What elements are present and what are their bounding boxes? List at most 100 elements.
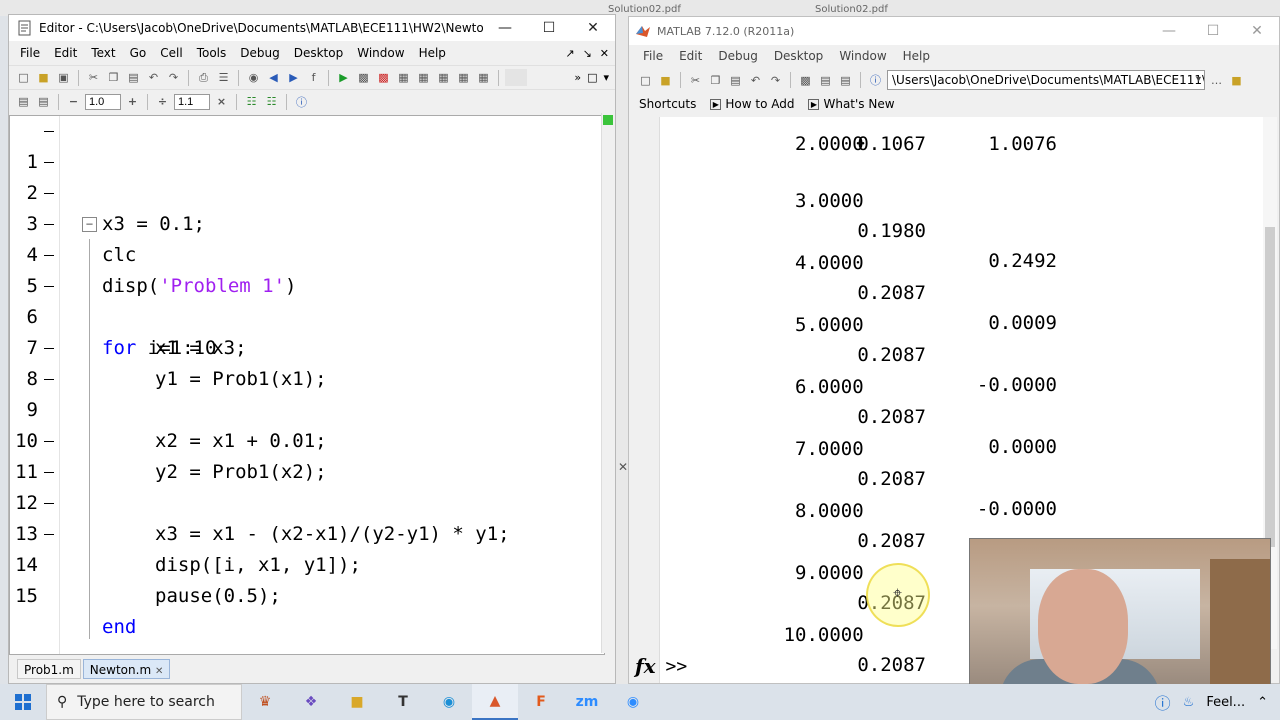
close-icon[interactable]: ✕ [1235,18,1279,44]
save-icon[interactable]: ▣ [55,69,72,86]
exit-debug-icon[interactable]: ▦ [475,69,492,86]
forward-arrow-icon[interactable]: ▶ [285,69,302,86]
step-icon[interactable]: ▦ [395,69,412,86]
binoculars-icon[interactable]: ◉ [245,69,262,86]
matlab-titlebar[interactable]: MATLAB 7.12.0 (R2011a) — ☐ ✕ [629,17,1279,45]
breakpoint-dash[interactable] [44,348,54,349]
new-file-icon[interactable]: □ [637,72,654,89]
window-splitter[interactable] [616,14,628,684]
minimize-icon[interactable]: — [483,15,527,41]
tray-label[interactable]: Feel... [1206,695,1245,710]
breakpoint-dash[interactable] [44,255,54,256]
windows-start-icon[interactable] [0,684,46,720]
paste-icon[interactable]: ▤ [125,69,142,86]
menu-desktop[interactable]: Desktop [766,49,832,63]
breakpoint-dash[interactable] [44,193,54,194]
splitter-grip-icon[interactable]: ✕ [618,460,628,474]
close-tab-icon[interactable]: ✕ [155,666,163,677]
breakpoint-dash[interactable] [44,131,54,132]
copy-icon[interactable]: ❐ [105,69,122,86]
find-files-icon[interactable]: ☰ [215,69,232,86]
print-icon[interactable]: ⎙ [195,69,212,86]
minimize-icon[interactable]: — [1147,18,1191,44]
fx-icon[interactable]: fx [635,654,656,678]
menu-desktop[interactable]: Desktop [287,46,351,60]
menu-debug[interactable]: Debug [710,49,765,63]
breakpoint-dash[interactable] [44,286,54,287]
close-document-icon[interactable]: ✕ [600,47,609,60]
breakpoint-dash[interactable] [44,379,54,380]
open-folder-icon[interactable]: ■ [657,72,674,89]
layout-icon[interactable]: □ [587,71,597,84]
profiler-icon[interactable]: ▤ [837,72,854,89]
command-prompt[interactable]: fx >> [635,653,687,679]
recording-app-icon[interactable]: ◉ [610,684,656,720]
set-breakpoint-icon[interactable]: ▩ [355,69,372,86]
breakpoint-dash[interactable] [44,224,54,225]
text-editor-app-icon[interactable]: T [380,684,426,720]
cell-value-input[interactable] [85,93,121,110]
editor-scrollbar[interactable] [601,113,615,653]
code-analyzer-status-icon[interactable] [603,115,613,125]
guide-icon[interactable]: ▤ [817,72,834,89]
menu-file[interactable]: File [13,46,47,60]
dock-icon[interactable]: ↘ [583,47,592,60]
redo-icon[interactable]: ↷ [767,72,784,89]
edge-browser-icon[interactable]: ◉ [426,684,472,720]
divide-icon[interactable]: ÷ [154,93,171,110]
current-folder-field[interactable]: \Users\Jacob\OneDrive\Documents\MATLAB\E… [887,70,1205,90]
run-icon[interactable]: ▶ [335,69,352,86]
cell-mode-icon[interactable]: ▤ [15,93,32,110]
cell-info-icon[interactable]: ⓘ [293,93,310,110]
menu-cell[interactable]: Cell [153,46,189,60]
breakpoint-dash[interactable] [44,441,54,442]
help-icon[interactable]: ⓘ [867,72,884,89]
open-folder-icon[interactable]: ■ [35,69,52,86]
menu-file[interactable]: File [635,49,671,63]
help-icon[interactable]: ⓘ [1155,690,1171,714]
copilot-app-icon[interactable]: ❖ [288,684,334,720]
code-editor[interactable]: 1 x3 = 0.1; 2 clc 3 disp('Problem 1') 4 … [9,115,605,655]
breakpoint-dash[interactable] [44,472,54,473]
breakpoint-dash[interactable] [44,503,54,504]
zoom-app-icon[interactable]: zm [564,684,610,720]
taskbar-search[interactable]: ⚲ Type here to search [46,684,242,720]
multiply-icon[interactable]: × [213,93,230,110]
undo-icon[interactable]: ↶ [145,69,162,86]
undo-icon[interactable]: ↶ [747,72,764,89]
foxit-app-icon[interactable]: F [518,684,564,720]
back-arrow-icon[interactable]: ◀ [265,69,282,86]
menu-text[interactable]: Text [84,46,122,60]
matlab-taskbar-icon[interactable]: ▲ [472,684,518,720]
wizard-app-icon[interactable]: ♛ [242,684,288,720]
tab-newton[interactable]: Newton.m ✕ [82,659,171,679]
cut-icon[interactable]: ✂ [85,69,102,86]
menu-edit[interactable]: Edit [671,49,710,63]
menu-window[interactable]: Window [831,49,894,63]
undock-icon[interactable]: ↗ [565,47,574,60]
simulink-icon[interactable]: ▩ [797,72,814,89]
menu-window[interactable]: Window [350,46,411,60]
redo-icon[interactable]: ↷ [165,69,182,86]
menu-debug[interactable]: Debug [233,46,286,60]
new-file-icon[interactable]: □ [15,69,32,86]
cell-options-icon[interactable]: ☷ [243,93,260,110]
how-to-add-link[interactable]: ▶ How to Add [710,97,794,111]
chevron-down-icon[interactable]: ▾ [1196,71,1201,89]
cut-icon[interactable]: ✂ [687,72,704,89]
scrollbar-thumb[interactable] [1265,227,1275,547]
tab-prob1[interactable]: Prob1.m [17,659,81,679]
shortcuts-link[interactable]: Shortcuts [639,97,696,111]
breakpoint-dash[interactable] [44,162,54,163]
clear-breakpoints-icon[interactable]: ▩ [375,69,392,86]
paste-icon[interactable]: ▤ [727,72,744,89]
decrement-icon[interactable]: − [65,93,82,110]
whats-new-link[interactable]: ▶ What's New [808,97,895,111]
up-folder-icon[interactable]: ■ [1228,72,1245,89]
step-out-icon[interactable]: ▦ [435,69,452,86]
breakpoint-dash[interactable] [44,534,54,535]
chevron-down-icon[interactable]: ▾ [603,71,609,84]
editor-titlebar[interactable]: Editor - C:\Users\Jacob\OneDrive\Documen… [9,15,615,41]
cell-eval-icon[interactable]: ▤ [35,93,52,110]
overflow-chevron-icon[interactable]: » [574,71,581,84]
